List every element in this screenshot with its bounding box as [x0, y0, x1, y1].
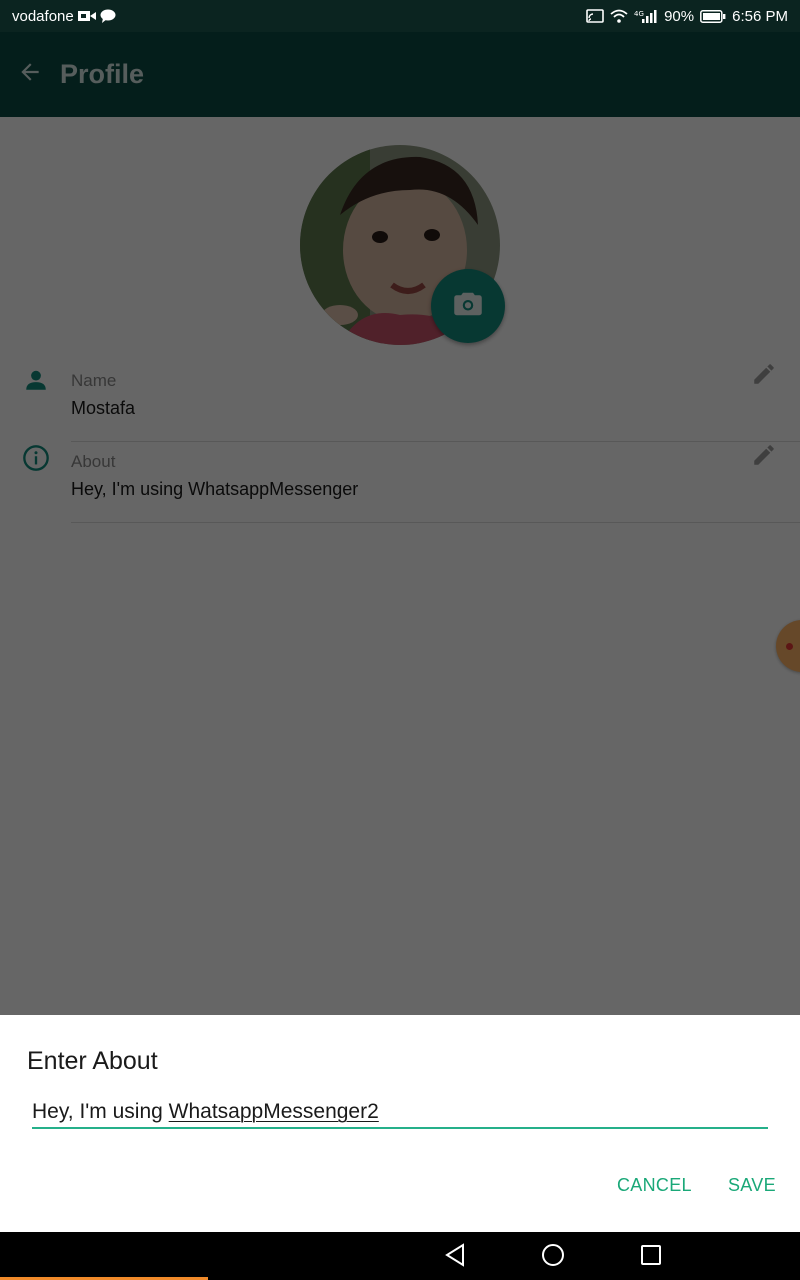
- signal-icon: 4G: [634, 9, 658, 23]
- nav-home-button[interactable]: [540, 1243, 566, 1272]
- avatar-container: [300, 145, 510, 345]
- edit-about-button[interactable]: [748, 441, 780, 473]
- divider: [71, 522, 800, 523]
- triangle-back-icon: [444, 1242, 466, 1272]
- about-input-typed-word: WhatsappMessenger2: [168, 1100, 379, 1123]
- name-label: Name: [71, 371, 117, 390]
- profile-content: Name Mostafa About Hey, I'm using Whatsa…: [0, 117, 800, 1015]
- app-bar: Profile: [0, 32, 800, 117]
- carrier-label: vodafone: [12, 7, 74, 25]
- info-icon: [21, 443, 51, 473]
- save-button[interactable]: SAVE: [728, 1175, 776, 1196]
- pencil-icon: [751, 361, 777, 392]
- name-row[interactable]: Name Mostafa: [0, 361, 800, 442]
- chat-bubble-icon: [100, 9, 116, 23]
- about-row[interactable]: About Hey, I'm using WhatsappMessenger: [0, 442, 800, 523]
- square-recent-icon: [640, 1244, 662, 1271]
- input-underline: [32, 1127, 768, 1129]
- about-label: About: [71, 452, 116, 471]
- network-type-label: 4G: [634, 10, 644, 18]
- arrow-left-icon: [17, 59, 43, 90]
- cancel-button[interactable]: CANCEL: [617, 1175, 692, 1196]
- about-input-prefix: Hey, I'm using: [32, 1100, 169, 1123]
- edit-name-button[interactable]: [748, 360, 780, 392]
- cast-icon: [586, 9, 604, 23]
- battery-icon: [700, 9, 726, 23]
- clock: 6:56 PM: [732, 7, 788, 25]
- video-call-icon: [77, 10, 96, 22]
- pencil-icon: [751, 442, 777, 473]
- about-edit-dialog: Enter About Hey, I'm using WhatsappMesse…: [0, 1015, 800, 1232]
- change-photo-button[interactable]: [431, 269, 505, 343]
- floating-assistant-bubble[interactable]: [776, 620, 800, 672]
- person-icon: [21, 365, 51, 395]
- wifi-icon: [610, 9, 628, 23]
- camera-icon: [453, 291, 483, 322]
- status-bar: vodafone 4G 90% 6:56 PM: [0, 0, 800, 32]
- about-input[interactable]: Hey, I'm using WhatsappMessenger2: [32, 1097, 768, 1127]
- navigation-bar: [0, 1232, 800, 1280]
- dialog-title: Enter About: [27, 1047, 158, 1075]
- name-value: Mostafa: [71, 398, 136, 418]
- about-value: Hey, I'm using WhatsappMessenger: [71, 479, 359, 499]
- nav-recent-button[interactable]: [638, 1244, 664, 1270]
- notification-dot: [786, 643, 793, 650]
- back-button[interactable]: [2, 47, 58, 103]
- page-title: Profile: [60, 59, 145, 89]
- nav-back-button[interactable]: [442, 1242, 468, 1272]
- circle-home-icon: [541, 1243, 565, 1272]
- battery-percent: 90%: [664, 7, 695, 25]
